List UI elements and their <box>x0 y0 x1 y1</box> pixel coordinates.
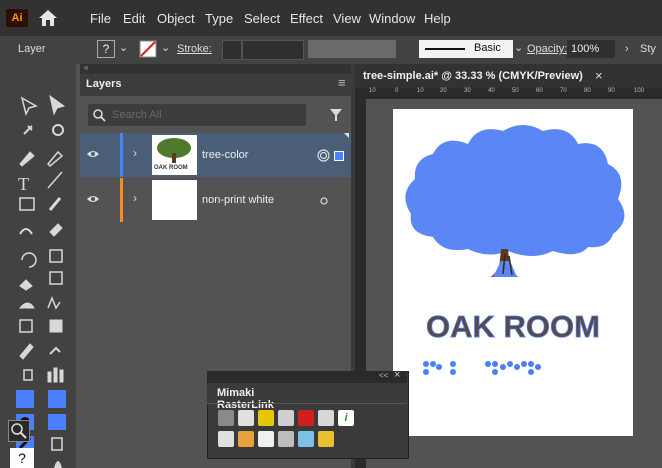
info-icon[interactable]: i <box>338 410 354 426</box>
varnish-icon[interactable] <box>298 431 314 447</box>
zoom-icon <box>11 423 27 439</box>
variable-width-field[interactable] <box>308 40 396 58</box>
style-label: Sty <box>640 43 656 55</box>
filter-icon[interactable] <box>329 108 343 122</box>
menu-file[interactable]: File <box>90 11 111 26</box>
question-box[interactable]: ? <box>97 40 115 58</box>
layer-color-bar <box>120 178 123 222</box>
menu-edit[interactable]: Edit <box>123 11 145 26</box>
close-icon[interactable]: × <box>595 68 603 83</box>
cylinder-icon[interactable] <box>278 431 294 447</box>
tool-icons: T <box>16 94 66 468</box>
art-title: OAK ROOM <box>426 309 600 344</box>
panel-strip <box>80 64 351 74</box>
layer-color-bar <box>120 133 123 177</box>
mimaki-tab[interactable]: Mimaki RasterLink <box>207 383 312 411</box>
rasterlink-icon[interactable] <box>298 410 314 426</box>
tree-artwork: OAK ROOM <box>405 125 625 375</box>
document-title: tree-simple.ai* @ 33.33 % (CMYK/Preview) <box>363 70 583 82</box>
mimaki-divider <box>207 403 407 404</box>
chevron-down-icon[interactable]: ⌄ <box>514 41 523 54</box>
layer-thumbnail: OAK ROOM <box>152 135 197 175</box>
layer-name[interactable]: tree-color <box>202 149 248 161</box>
stack-layer-icon[interactable] <box>238 431 254 447</box>
home-icon[interactable] <box>37 8 59 28</box>
menu-select[interactable]: Select <box>244 11 280 26</box>
white-ink-icon[interactable] <box>218 431 234 447</box>
dots-icon[interactable] <box>258 431 274 447</box>
thumbnail-label: OAK ROOM <box>154 165 188 171</box>
close-icon[interactable]: × <box>394 369 400 381</box>
opacity-label: Opacity: <box>527 43 568 55</box>
search-icon <box>93 109 106 122</box>
chevron-right-icon[interactable]: › <box>133 146 137 160</box>
menu-view[interactable]: View <box>333 11 361 26</box>
coat-icon[interactable] <box>318 431 334 447</box>
selection-indicator[interactable] <box>334 151 344 161</box>
layer-row[interactable]: › non-print white <box>80 178 351 222</box>
fill-none-icon[interactable] <box>139 40 157 58</box>
collapse-icon[interactable]: << <box>379 371 388 380</box>
illustrator-logo: Ai <box>6 9 28 27</box>
zoom-tool-button[interactable] <box>8 420 30 442</box>
corner-marker <box>344 133 349 138</box>
target-icon[interactable] <box>320 197 328 205</box>
horizontal-ruler: 10 0 10 20 30 40 50 60 70 80 90 100 <box>355 88 662 99</box>
menu-object[interactable]: Object <box>157 11 195 26</box>
svg-text:T: T <box>18 174 29 194</box>
layer-search-input[interactable]: Search All <box>112 109 162 121</box>
layer-search-box[interactable]: Search All <box>88 104 306 126</box>
layers-tab[interactable]: Layers <box>86 78 121 90</box>
panel-menu-icon[interactable]: ≡ <box>338 75 346 90</box>
fill-stroke-swatch[interactable]: ? <box>10 448 34 468</box>
register-mark-icon[interactable] <box>238 410 254 426</box>
stroke-label: Stroke: <box>177 43 212 55</box>
list-icon[interactable] <box>318 410 334 426</box>
chevron-right-icon[interactable]: › <box>133 191 137 205</box>
collapse-icon[interactable]: « <box>84 63 88 72</box>
layer-thumbnail <box>152 180 197 220</box>
chevron-right-icon[interactable]: › <box>625 43 629 55</box>
menu-window[interactable]: Window <box>369 11 415 26</box>
layer-icon[interactable] <box>278 410 294 426</box>
stroke-weight-field[interactable] <box>242 40 304 60</box>
layer-name[interactable]: non-print white <box>202 194 274 206</box>
chevron-down-icon[interactable]: ⌄ <box>161 41 170 54</box>
stroke-stepper[interactable] <box>222 40 242 60</box>
brush-style-label: Basic <box>474 42 501 54</box>
document-tab[interactable]: tree-simple.ai* @ 33.33 % (CMYK/Preview)… <box>355 64 662 88</box>
menu-effect[interactable]: Effect <box>290 11 323 26</box>
cut-icon[interactable] <box>218 410 234 426</box>
eye-icon[interactable] <box>86 149 100 159</box>
target-icon[interactable] <box>317 149 330 162</box>
menu-type[interactable]: Type <box>205 11 233 26</box>
menu-help[interactable]: Help <box>424 11 451 26</box>
opacity-field[interactable]: 100% <box>567 40 615 58</box>
eye-icon[interactable] <box>86 194 100 204</box>
brush-definition[interactable]: Basic <box>419 40 513 58</box>
special-color-icon[interactable] <box>258 410 274 426</box>
chevron-down-icon[interactable]: ⌄ <box>119 41 128 54</box>
layer-row[interactable]: › OAK ROOM tree-color <box>80 133 351 177</box>
selection-label: Layer <box>18 43 46 55</box>
mimaki-titlebar: << × <box>207 369 407 383</box>
